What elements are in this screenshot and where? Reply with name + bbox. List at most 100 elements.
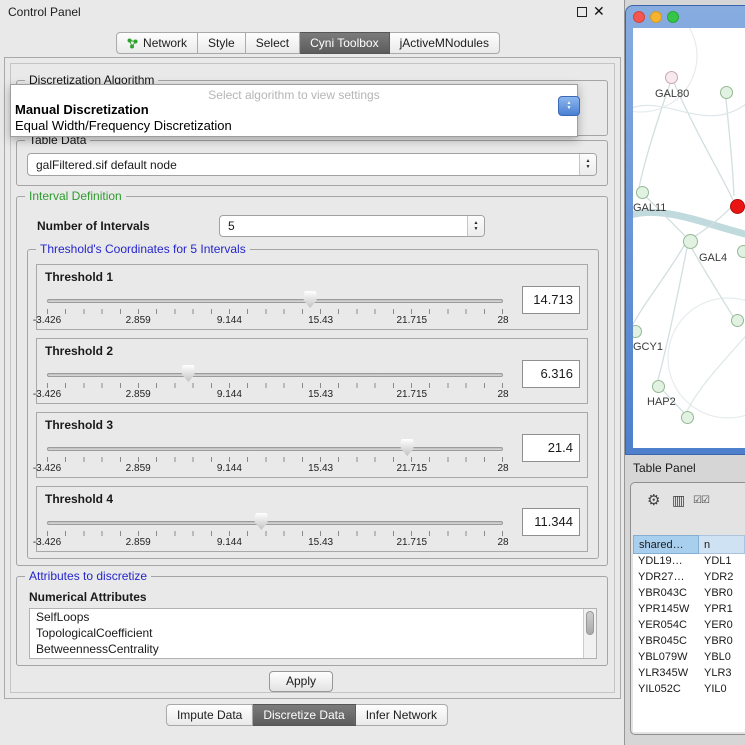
threshold-4-value-field[interactable]: 11.344 — [522, 508, 580, 536]
dropdown-placeholder: Select algorithm to view settings — [11, 88, 577, 102]
node-label-gal80: GAL80 — [655, 88, 689, 100]
apply-button[interactable]: Apply — [269, 671, 333, 692]
down-arrow-icon: ▼ — [474, 227, 479, 232]
scale-label: -3.426 — [33, 463, 61, 474]
list-item[interactable]: TopologicalCoefficient — [30, 625, 596, 641]
cell: YBR0 — [699, 586, 745, 602]
network-canvas[interactable]: GAL80 GAL11 GAL4 GCY1 HAP2 — [633, 28, 745, 448]
close-traffic-light-icon[interactable] — [633, 11, 645, 23]
slider-track[interactable] — [47, 299, 503, 303]
slider-thumb[interactable] — [304, 291, 317, 308]
threshold-label: Threshold 3 — [45, 418, 113, 432]
threshold-3-value-field[interactable]: 21.4 — [522, 434, 580, 462]
scale-label: 2.859 — [126, 315, 151, 326]
slider-track[interactable] — [47, 447, 503, 451]
cell: YBR043C — [633, 586, 699, 602]
tab-label: Impute Data — [177, 708, 242, 722]
tab-label: Select — [256, 36, 289, 50]
threshold-4-slider[interactable]: -3.426 2.859 9.144 15.43 21.715 28 — [47, 511, 503, 551]
list-item[interactable]: BetweennessCentrality — [30, 641, 596, 657]
threshold-1-value-field[interactable]: 14.713 — [522, 286, 580, 314]
cell: YDR2 — [699, 570, 745, 586]
slider-thumb[interactable] — [401, 439, 414, 456]
select-columns-icon[interactable]: ☑☑ — [693, 495, 709, 506]
table-row[interactable]: YLR345WYLR3 — [633, 666, 745, 682]
algorithm-combo-stepper[interactable]: ▲ ▼ — [558, 96, 580, 116]
threshold-2-slider[interactable]: -3.426 2.859 9.144 15.43 21.715 28 — [47, 363, 503, 403]
cell: YDL19… — [633, 554, 699, 570]
tab-infer-network[interactable]: Infer Network — [356, 704, 448, 726]
scale-label: -3.426 — [33, 537, 61, 548]
scrollbar-thumb[interactable] — [586, 611, 594, 635]
cell: YIL052C — [633, 682, 699, 698]
slider-track[interactable] — [47, 373, 503, 377]
tab-discretize-data[interactable]: Discretize Data — [253, 704, 355, 726]
slider-thumb[interactable] — [255, 513, 268, 530]
tab-impute-data[interactable]: Impute Data — [166, 704, 253, 726]
table-data-combo[interactable]: galFiltered.sif default node ▲▼ — [27, 153, 597, 176]
gear-icon[interactable]: ⚙ — [647, 491, 660, 509]
down-arrow-icon: ▼ — [586, 165, 591, 170]
minimize-traffic-light-icon[interactable] — [650, 11, 662, 23]
threshold-2-value-field[interactable]: 6.316 — [522, 360, 580, 388]
network-node[interactable] — [636, 186, 649, 199]
zoom-traffic-light-icon[interactable] — [667, 11, 679, 23]
table-row[interactable]: YDL19…YDL1 — [633, 554, 745, 570]
network-node[interactable] — [731, 314, 744, 327]
tab-style[interactable]: Style — [198, 32, 246, 54]
threshold-label: Threshold 1 — [45, 270, 113, 284]
threshold-4-panel: Threshold 4 -3.426 2.859 9.144 15.43 21.… — [36, 486, 588, 552]
network-node[interactable] — [737, 245, 745, 258]
tab-label: Network — [143, 36, 187, 50]
table-row[interactable]: YIL052CYIL0 — [633, 682, 745, 698]
threshold-3-slider[interactable]: -3.426 2.859 9.144 15.43 21.715 28 — [47, 437, 503, 477]
network-node[interactable] — [683, 234, 698, 249]
scale-label: 2.859 — [126, 463, 151, 474]
column-header-shared-name[interactable]: shared… — [633, 535, 699, 554]
scale-label: -3.426 — [33, 315, 61, 326]
slider-track[interactable] — [47, 521, 503, 525]
node-label-hap2: HAP2 — [647, 396, 676, 408]
table-row[interactable]: YPR145WYPR1 — [633, 602, 745, 618]
cell: YBL0 — [699, 650, 745, 666]
table-row[interactable]: YBL079WYBL0 — [633, 650, 745, 666]
control-panel-tab-bar: Network Style Select Cyni Toolbox jActiv… — [116, 32, 500, 54]
numerical-attributes-label: Numerical Attributes — [29, 590, 147, 604]
network-node[interactable] — [665, 71, 678, 84]
dropdown-option-manual-discretization[interactable]: Manual Discretization — [11, 102, 577, 118]
threshold-1-slider[interactable]: -3.426 2.859 9.144 15.43 21.715 28 — [47, 289, 503, 329]
close-icon[interactable]: ✕ — [593, 3, 605, 20]
combo-value: 5 — [228, 219, 235, 233]
table-row[interactable]: YBR043CYBR0 — [633, 586, 745, 602]
table-row[interactable]: YER054CYER0 — [633, 618, 745, 634]
tab-network[interactable]: Network — [116, 32, 198, 54]
network-node[interactable] — [652, 380, 665, 393]
table-row[interactable]: YDR27…YDR2 — [633, 570, 745, 586]
network-node[interactable] — [720, 86, 733, 99]
slider-thumb[interactable] — [182, 365, 195, 382]
threshold-2-panel: Threshold 2 -3.426 2.859 9.144 15.43 21.… — [36, 338, 588, 404]
columns-icon[interactable]: ▥ — [672, 492, 685, 509]
slider-ticks — [47, 309, 503, 314]
threshold-label: Threshold 2 — [45, 344, 113, 358]
tab-select[interactable]: Select — [246, 32, 300, 54]
tab-cyni-toolbox[interactable]: Cyni Toolbox — [300, 32, 389, 54]
scale-label: 9.144 — [217, 389, 242, 400]
table-row[interactable]: YBR045CYBR0 — [633, 634, 745, 650]
network-node-selected[interactable] — [730, 199, 745, 214]
control-panel: Control Panel ✕ Network Style Select Cyn… — [0, 0, 625, 745]
cell: YPR1 — [699, 602, 745, 618]
tab-label: jActiveMNodules — [400, 36, 489, 50]
tab-label: Infer Network — [366, 708, 437, 722]
dropdown-option-equal-width-frequency[interactable]: Equal Width/Frequency Discretization — [11, 118, 577, 134]
column-header-name[interactable]: n — [699, 535, 745, 554]
tab-label: Style — [208, 36, 235, 50]
list-scrollbar[interactable] — [583, 609, 596, 658]
network-node[interactable] — [681, 411, 694, 424]
scale-label: 21.715 — [397, 463, 428, 474]
tab-jactivemodules[interactable]: jActiveMNodules — [390, 32, 500, 54]
list-item[interactable]: SelfLoops — [30, 609, 596, 625]
float-window-icon[interactable] — [577, 7, 587, 17]
slider-scale: -3.426 2.859 9.144 15.43 21.715 28 — [47, 537, 503, 549]
num-intervals-combo[interactable]: 5 ▲▼ — [219, 215, 485, 237]
